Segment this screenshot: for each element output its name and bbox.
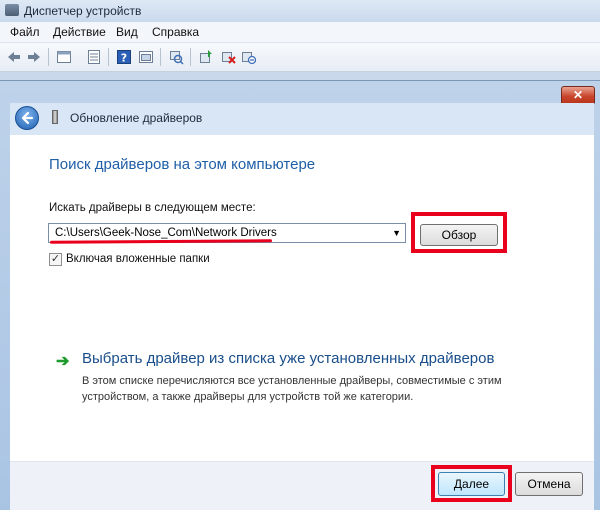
dropdown-arrow-icon[interactable]: ▼ — [392, 228, 401, 238]
green-arrow-icon[interactable]: ➔ — [56, 351, 69, 371]
menu-help[interactable]: Справка — [152, 25, 199, 39]
include-subfolders-label[interactable]: Включая вложенные папки — [66, 253, 210, 265]
window-titlebar: Диспетчер устройств — [0, 0, 600, 22]
help-icon[interactable]: ? — [116, 49, 132, 65]
properties-icon[interactable] — [56, 49, 72, 65]
browse-button[interactable]: Обзор — [420, 224, 498, 246]
disable-icon[interactable] — [240, 49, 256, 65]
toolbar-separator — [108, 48, 109, 66]
toolbar-separator — [48, 48, 49, 66]
page-heading: Поиск драйверов на этом компьютере — [49, 156, 316, 173]
toolbar-separator — [160, 48, 161, 66]
scan-hardware-icon[interactable] — [168, 49, 184, 65]
back-icon[interactable] — [6, 49, 22, 65]
back-arrow-icon — [21, 111, 34, 125]
pick-from-list-description: В этом списке перечисляются все установл… — [82, 375, 502, 403]
window-title: Диспетчер устройств — [24, 4, 142, 18]
menu-file[interactable]: Файл — [10, 25, 40, 39]
path-value[interactable]: C:\Users\Geek-Nose_Com\Network Drivers — [55, 227, 277, 239]
menu-action[interactable]: Действие — [53, 25, 106, 39]
cancel-button[interactable]: Отмена — [515, 472, 583, 496]
back-button[interactable] — [15, 106, 39, 130]
svg-text:?: ? — [121, 52, 127, 65]
dialog-title: Обновление драйверов — [70, 111, 203, 125]
next-button[interactable]: Далее — [438, 472, 505, 496]
forward-icon[interactable] — [26, 49, 42, 65]
path-label: Искать драйверы в следующем месте: — [49, 202, 256, 214]
pick-from-list-link[interactable]: Выбрать драйвер из списка уже установлен… — [82, 350, 494, 367]
uninstall-icon[interactable] — [220, 49, 236, 65]
show-icon[interactable] — [138, 49, 154, 65]
menu-bar: Файл Действие Вид Справка — [0, 22, 600, 43]
toolbar: ? — [0, 43, 600, 72]
dialog-content — [10, 135, 594, 461]
toolbar-separator — [190, 48, 191, 66]
device-manager-icon — [5, 4, 19, 16]
device-icon — [52, 110, 58, 124]
menu-view[interactable]: Вид — [116, 25, 138, 39]
update-driver-icon[interactable] — [198, 49, 214, 65]
list-icon[interactable] — [86, 49, 102, 65]
include-subfolders-checkbox[interactable]: ✓ — [49, 253, 62, 266]
